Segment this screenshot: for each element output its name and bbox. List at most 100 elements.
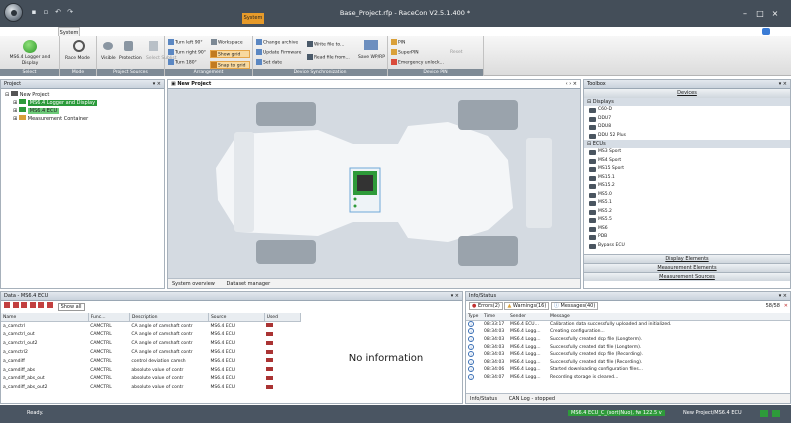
- messages-filter[interactable]: ⓘ Messages(40): [550, 302, 599, 310]
- col-source[interactable]: Source: [208, 313, 265, 323]
- table-row[interactable]: i 08:33:17 MS6.4 ECU... Calibration data su…: [466, 321, 790, 329]
- tab-info-status[interactable]: Info/Status: [470, 396, 497, 402]
- toolbox-item[interactable]: MS5.5: [584, 216, 790, 225]
- select-device-label[interactable]: MS6.4 Logger and Display: [4, 55, 56, 67]
- category-displays[interactable]: ⊟ Displays: [584, 98, 790, 106]
- measurement-sources-tab[interactable]: Measurement Sources: [584, 272, 790, 281]
- visible-button[interactable]: Visible: [101, 55, 116, 62]
- tab-can-log[interactable]: CAN Log - stopped: [509, 396, 555, 402]
- rotate-right-icon: [168, 49, 174, 55]
- toolbox-item[interactable]: MS5.0: [584, 191, 790, 200]
- toolbox-item[interactable]: MS6: [584, 225, 790, 234]
- close-button[interactable]: ×: [770, 9, 780, 19]
- toolbox-item[interactable]: C60-D: [584, 106, 790, 115]
- toolbox-item[interactable]: MS5.2: [584, 208, 790, 217]
- table-row[interactable]: a_camctrl CAMCTRL CA angle of camshaft con…: [1, 322, 301, 331]
- filter-icon[interactable]: [38, 302, 45, 308]
- pin-button[interactable]: PIN: [391, 39, 405, 47]
- errors-filter[interactable]: ● Errors(2): [469, 302, 503, 310]
- toolbox-item[interactable]: MS15.2: [584, 182, 790, 191]
- app-menu-orb[interactable]: [4, 3, 23, 22]
- tree-node-logger[interactable]: ⊞ MS6.4 Logger and Display: [13, 99, 164, 107]
- tab-dataset-manager[interactable]: Dataset manager: [227, 281, 271, 287]
- snap-grid-button[interactable]: Snap to grid: [210, 61, 250, 69]
- table-row[interactable]: i 08:34:03 MS6.4 Logg... Successfully creat…: [466, 336, 790, 344]
- table-row[interactable]: a_camdiff_abs_out2 CAMCTRL absolute value …: [1, 383, 301, 392]
- update-firmware-button[interactable]: Update Firmware: [256, 49, 301, 57]
- write-file-button[interactable]: Write file to...: [307, 41, 344, 49]
- col-function[interactable]: Func...: [88, 313, 130, 323]
- col-message[interactable]: Message: [548, 313, 790, 322]
- redo-icon[interactable]: ↷: [66, 8, 74, 16]
- save-wp-button[interactable]: Save WP/RP: [358, 54, 385, 61]
- set-date-button[interactable]: Set date: [256, 59, 282, 67]
- filter-icon[interactable]: [21, 302, 28, 308]
- toolbox-item[interactable]: MS5.1: [584, 199, 790, 208]
- emergency-unlock-button[interactable]: Emergency unlock...: [391, 59, 444, 67]
- turn-right-button[interactable]: Turn right 90°: [168, 49, 206, 57]
- device-icon[interactable]: [23, 40, 37, 53]
- cell-source: MS6.4 ECU: [210, 341, 236, 347]
- workspace-button[interactable]: Workspace: [211, 39, 243, 47]
- tree-node-container[interactable]: ⊞ Measurement Container: [13, 115, 164, 123]
- filter-icon[interactable]: [12, 302, 19, 308]
- toolbox-item[interactable]: DDU 52 Plus: [584, 132, 790, 141]
- display-elements-tab[interactable]: Display Elements: [584, 254, 790, 263]
- change-archive-button[interactable]: Change archive: [256, 39, 298, 47]
- open-icon[interactable]: ▫: [42, 8, 50, 16]
- col-description[interactable]: Description: [129, 313, 209, 323]
- read-file-button[interactable]: Read file from...: [307, 54, 350, 62]
- superpin-button[interactable]: SuperPIN: [391, 49, 419, 57]
- filter-icon[interactable]: [4, 302, 10, 308]
- measurement-elements-tab[interactable]: Measurement Elements: [584, 263, 790, 272]
- table-row[interactable]: i 08:34:03 MS6.4 Logg... Successfully creat…: [466, 358, 790, 367]
- tree-node-ecu[interactable]: ⊞ MS6.4 ECU: [13, 107, 164, 115]
- table-row[interactable]: a_camctrl2 CAMCTRL CA angle of camshaft co…: [1, 348, 301, 357]
- protection-button[interactable]: Protection: [119, 55, 142, 62]
- toolbox-item[interactable]: MS3 Sport: [584, 148, 790, 157]
- col-name[interactable]: Name: [1, 313, 89, 323]
- col-sender[interactable]: Sender: [508, 313, 548, 322]
- toolbox-item[interactable]: PDB: [584, 233, 790, 242]
- tab-system-overview[interactable]: System overview: [172, 281, 215, 287]
- table-row[interactable]: i 08:34:07 MS6.4 Logg... Recording storage …: [466, 374, 790, 382]
- help-icon[interactable]: [762, 28, 770, 35]
- col-used[interactable]: Used: [264, 313, 302, 323]
- table-row[interactable]: a_camdiff CAMCTRL control deviation camsh M…: [1, 357, 301, 366]
- filter-icon[interactable]: [29, 302, 36, 308]
- filter-icon[interactable]: [46, 302, 53, 308]
- toolbox-item[interactable]: DDU8: [584, 123, 790, 132]
- clear-icon[interactable]: ✕: [784, 301, 788, 311]
- category-ecus[interactable]: ⊟ ECUs: [584, 140, 790, 148]
- show-all-button[interactable]: Show all: [57, 303, 85, 311]
- col-type[interactable]: Type: [466, 313, 482, 322]
- toolbox-item[interactable]: MS4 Sport: [584, 157, 790, 166]
- toolbox-item[interactable]: DDU7: [584, 115, 790, 124]
- show-grid-button[interactable]: Show grid: [210, 50, 250, 58]
- toolbox-item[interactable]: MS15 Sport: [584, 165, 790, 174]
- race-mode-icon[interactable]: [73, 40, 85, 52]
- tree-root[interactable]: ⊟ New Project: [5, 91, 164, 99]
- save-icon[interactable]: ▪: [30, 8, 38, 16]
- race-mode-button[interactable]: Race Mode: [65, 55, 90, 62]
- undo-icon[interactable]: ↶: [54, 8, 62, 16]
- maximize-button[interactable]: □: [755, 9, 765, 19]
- minimize-button[interactable]: –: [740, 9, 750, 19]
- turn-180-button[interactable]: Turn 180°: [168, 59, 197, 67]
- table-row[interactable]: a_camdiff_abs_out CAMCTRL absolute value o…: [1, 375, 301, 384]
- col-time[interactable]: Time: [482, 313, 508, 322]
- warnings-filter[interactable]: ▲ Warnings(16): [504, 302, 550, 310]
- turn-left-button[interactable]: Turn left 90°: [168, 39, 203, 47]
- table-row[interactable]: i 08:34:03 MS6.4 Logg... Successfully creat…: [466, 343, 790, 351]
- table-row[interactable]: i 08:34:06 MS6.4 Logg... Started downloadin…: [466, 366, 790, 374]
- table-row[interactable]: i 08:34:03 MS6.4 Logg... Successfully creat…: [466, 351, 790, 359]
- table-row[interactable]: a_camdiff_abs CAMCTRL absolute value of co…: [1, 366, 301, 375]
- toolbox-item[interactable]: MS15.1: [584, 174, 790, 183]
- toolbox-item[interactable]: Bypass ECU: [584, 242, 790, 251]
- devices-header[interactable]: Devices: [584, 89, 790, 98]
- reset-button[interactable]: Reset: [450, 49, 463, 56]
- table-row[interactable]: a_camctrl_out CAMCTRL CA angle of camshaft…: [1, 331, 301, 340]
- table-row[interactable]: a_camctrl_out2 CAMCTRL CA angle of camshaf…: [1, 339, 301, 348]
- table-row[interactable]: i 08:34:03 MS6.4 Logg... Creating configura…: [466, 328, 790, 336]
- workspace-tab[interactable]: ▣ New Project ‹ › ×: [168, 80, 580, 89]
